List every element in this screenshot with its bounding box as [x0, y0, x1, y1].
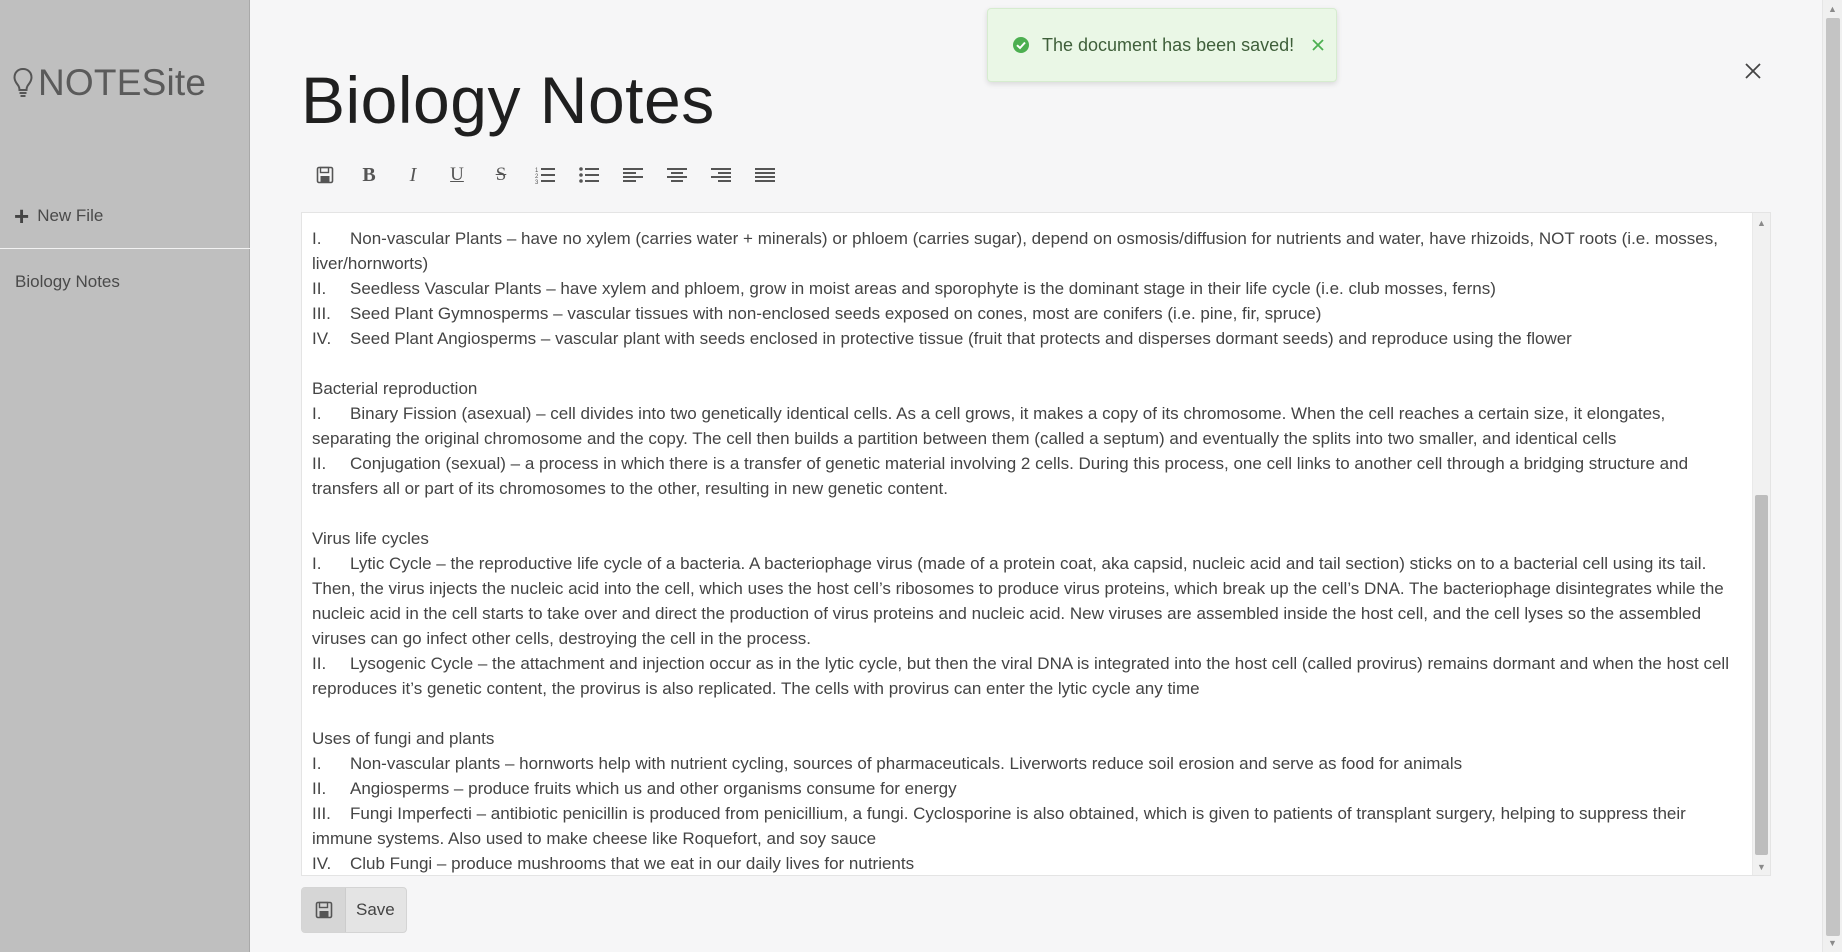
document-title[interactable]: Biology Notes [301, 62, 715, 138]
italic-button[interactable]: I [399, 161, 427, 189]
save-toolbar-button[interactable] [311, 161, 339, 189]
toast-close-icon[interactable] [1310, 37, 1326, 53]
list-item: I. Lytic Cycle – the reproductive life cy… [312, 551, 1742, 651]
list-text: Non-vascular Plants – have no xylem (car… [312, 229, 1718, 273]
align-center-icon [667, 168, 687, 182]
list-item: I. Binary Fission (asexual) – cell divide… [312, 401, 1742, 451]
save-button[interactable]: Save [301, 887, 407, 933]
svg-text:3: 3 [535, 180, 539, 184]
scroll-down-arrow-icon[interactable]: ▼ [1753, 859, 1770, 875]
list-text: Binary Fission (asexual) – cell divides … [312, 404, 1666, 448]
list-item: II. Angiosperms – produce fruits which us… [312, 776, 1742, 801]
list-number: IV. [312, 329, 332, 348]
new-file-label: New File [37, 206, 104, 225]
formatting-toolbar: B I U S 1 2 3 [311, 160, 779, 190]
list-item: IV. Club Fungi – produce mushrooms that w… [312, 851, 1742, 875]
list-number: III. [312, 304, 331, 323]
strikethrough-button[interactable]: S [487, 161, 515, 189]
list-number: II. [312, 654, 327, 673]
brand-logo[interactable]: NOTESite [12, 62, 206, 104]
editor-content[interactable]: I. Non-vascular Plants – have no xylem (c… [312, 213, 1742, 875]
align-right-icon [711, 168, 731, 182]
list-text: Angiosperms – produce fruits which us an… [350, 779, 957, 798]
sidebar-item-biology-notes[interactable]: Biology Notes [15, 272, 120, 292]
list-text: Lytic Cycle – the reproductive life cycl… [312, 554, 1724, 648]
plus-icon: + [14, 201, 30, 231]
check-circle-icon [1013, 37, 1029, 53]
page-scroll-up-icon[interactable]: ▲ [1823, 1, 1842, 17]
list-item: III. Seed Plant Gymnosperms – vascular ti… [312, 301, 1742, 326]
list-text: Lysogenic Cycle – the attachment and inj… [312, 654, 1729, 698]
list-item: I. Non-vascular Plants – have no xylem (c… [312, 226, 1742, 276]
list-text: Seed Plant Gymnosperms – vascular tissue… [350, 304, 1322, 323]
align-justify-button[interactable] [751, 161, 779, 189]
list-item: II. Lysogenic Cycle – the attachment and … [312, 651, 1742, 701]
align-left-icon [623, 168, 643, 182]
list-text: Fungi Imperfecti – antibiotic penicillin… [312, 804, 1686, 848]
ordered-list-icon: 1 2 3 [535, 168, 555, 184]
page-scroll-thumb[interactable] [1826, 18, 1840, 936]
section-heading: Bacterial reproduction [312, 379, 478, 398]
save-icon [315, 901, 332, 919]
list-item: II. Seedless Vascular Plants – have xylem… [312, 276, 1742, 301]
list-text: Club Fungi – produce mushrooms that we e… [350, 854, 915, 873]
document-editor[interactable]: I. Non-vascular Plants – have no xylem (c… [301, 212, 1771, 876]
ordered-list-button[interactable]: 1 2 3 [531, 161, 559, 189]
bold-button[interactable]: B [355, 161, 383, 189]
list-text: Seedless Vascular Plants – have xylem an… [350, 279, 1496, 298]
main-editor-area: Biology Notes B I U S 1 2 3 I. Non-vascu… [251, 0, 1822, 952]
scroll-up-arrow-icon[interactable]: ▲ [1753, 215, 1770, 231]
bullet-list-button[interactable] [575, 161, 603, 189]
sidebar-divider [0, 248, 250, 249]
save-button-label: Save [356, 900, 395, 919]
save-icon [316, 166, 334, 184]
brand-name: NOTESite [38, 62, 207, 103]
list-number: I. [312, 229, 322, 248]
page-scrollbar[interactable]: ▲ ▼ [1822, 0, 1842, 952]
list-text: Seed Plant Angiosperms – vascular plant … [350, 329, 1572, 348]
list-text: Non-vascular plants – hornworts help wit… [350, 754, 1463, 773]
list-number: IV. [312, 854, 332, 873]
list-number: I. [312, 554, 322, 573]
section-heading: Uses of fungi and plants [312, 729, 495, 748]
align-left-button[interactable] [619, 161, 647, 189]
page-scroll-down-icon[interactable]: ▼ [1823, 935, 1842, 951]
list-item: IV. Seed Plant Angiosperms – vascular pla… [312, 326, 1742, 351]
new-file-button[interactable]: + New File [14, 201, 104, 231]
align-right-button[interactable] [707, 161, 735, 189]
list-number: I. [312, 404, 322, 423]
align-justify-icon [755, 168, 775, 182]
sidebar: NOTESite + New File Biology Notes [0, 0, 250, 952]
close-icon[interactable] [1740, 58, 1766, 84]
list-number: I. [312, 754, 322, 773]
list-item: III. Fungi Imperfecti – antibiotic penici… [312, 801, 1742, 851]
list-number: II. [312, 454, 327, 473]
bullet-list-icon [579, 167, 599, 183]
list-number: II. [312, 779, 327, 798]
underline-button[interactable]: U [443, 161, 471, 189]
section-heading: Virus life cycles [312, 529, 429, 548]
list-item: II. Conjugation (sexual) – a process in w… [312, 451, 1742, 501]
lightbulb-icon [13, 67, 33, 97]
align-center-button[interactable] [663, 161, 691, 189]
list-item: I. Non-vascular plants – hornworts help w… [312, 751, 1742, 776]
editor-scroll-thumb[interactable] [1755, 495, 1768, 855]
success-toast: The document has been saved! [987, 8, 1337, 82]
toast-message: The document has been saved! [1042, 34, 1295, 55]
list-number: III. [312, 804, 331, 823]
list-number: II. [312, 279, 327, 298]
list-text: Conjugation (sexual) – a process in whic… [312, 454, 1689, 498]
save-button-icon-wrap [302, 888, 346, 932]
editor-scrollbar[interactable]: ▲ ▼ [1752, 213, 1770, 875]
